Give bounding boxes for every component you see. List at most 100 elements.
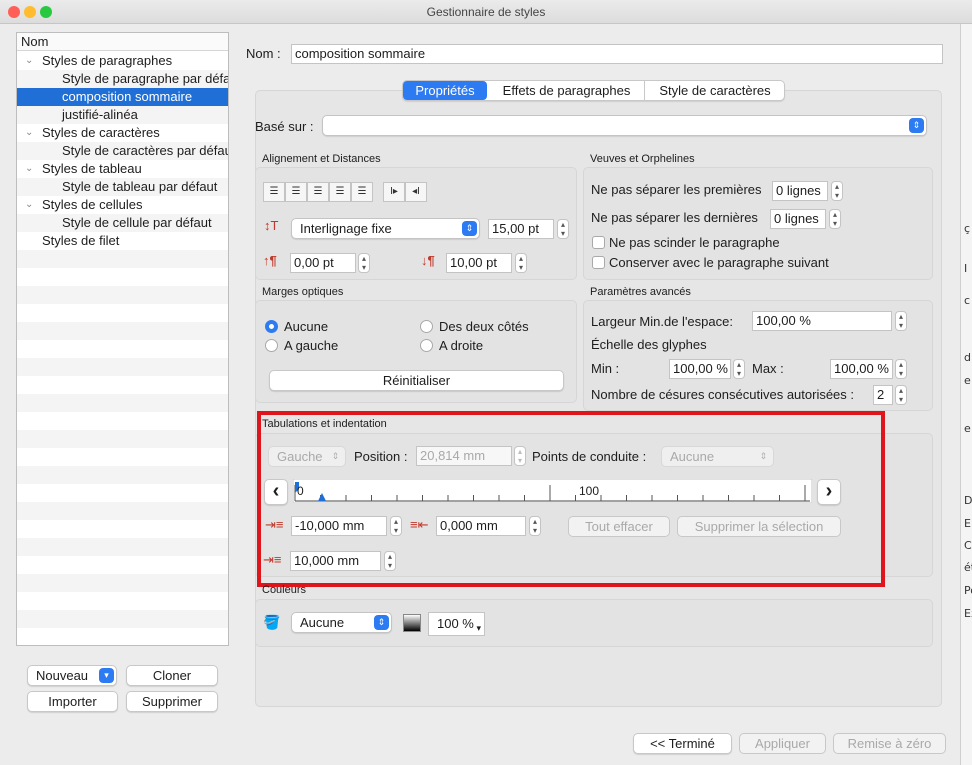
background-window-strip: ç I c d e e D E Ce ét Po Ex [960, 24, 972, 765]
tree-row-label: Styles de tableau [42, 161, 142, 176]
optical-reset-button[interactable]: Réinitialiser [269, 370, 564, 391]
space-after-field[interactable]: 10,00 pt [446, 253, 512, 273]
tree-empty-row [17, 340, 228, 358]
tab-paragraph-effects[interactable]: Effets de paragraphes [489, 81, 645, 100]
hyphen-field[interactable]: 2 [873, 385, 893, 405]
line-spacing-field[interactable]: 15,00 pt [488, 219, 554, 239]
tree-group-row[interactable]: Styles de filet [17, 232, 228, 250]
tree-style-row[interactable]: Style de cellule par défaut [17, 214, 228, 232]
space-after-icon: ↓¶ [421, 253, 435, 268]
import-button[interactable]: Importer [27, 691, 118, 712]
chevron-updown-icon: ⇕ [374, 615, 389, 630]
tab-character-style[interactable]: Style de caractères [646, 81, 784, 100]
tree-style-row[interactable]: Style de tableau par défaut [17, 178, 228, 196]
tree-group-row[interactable]: ⌄ Styles de tableau [17, 160, 228, 178]
disclosure-chevron-icon[interactable]: ⌄ [25, 124, 33, 142]
disclosure-chevron-icon[interactable]: ⌄ [25, 160, 33, 178]
keep-last-field[interactable]: 0 lignes [770, 209, 826, 229]
tree-empty-row [17, 556, 228, 574]
align-center-button[interactable]: ☰ [285, 182, 307, 202]
highlight-rectangle [257, 411, 885, 587]
tree-empty-row [17, 358, 228, 376]
tree-empty-row [17, 502, 228, 520]
behind-glyph: ét [964, 561, 972, 574]
glyph-scale-label: Échelle des glyphes [591, 337, 707, 352]
optical-left-radio[interactable] [265, 339, 278, 352]
behind-glyph: e [964, 422, 971, 435]
tree-empty-row [17, 394, 228, 412]
optical-right-button[interactable]: ◂I [405, 182, 427, 202]
name-field[interactable]: composition sommaire [291, 44, 943, 64]
tree-style-row[interactable]: composition sommaire [17, 88, 228, 106]
tree-empty-row [17, 304, 228, 322]
name-label: Nom : [246, 46, 281, 61]
behind-glyph: ç [964, 222, 971, 235]
glyph-min-field[interactable]: 100,00 % [669, 359, 731, 379]
reset-all-button[interactable]: Remise à zéro [833, 733, 946, 754]
keep-last-stepper[interactable]: ▴ ▾ [829, 209, 841, 229]
optical-none-radio[interactable] [265, 320, 278, 333]
align-force-justify-button[interactable]: ☰ [351, 182, 373, 202]
tree-empty-row [17, 448, 228, 466]
keep-first-label: Ne pas séparer les premières [591, 182, 762, 197]
optical-section-title: Marges optiques [262, 286, 344, 298]
tree-style-row[interactable]: Style de caractères par défaut [17, 142, 228, 160]
tree-style-row[interactable]: justifié-alinéa [17, 106, 228, 124]
chevron-updown-icon: ⇕ [909, 118, 924, 133]
disclosure-chevron-icon[interactable]: ⌄ [25, 52, 33, 70]
tree-row-label: Styles de caractères [42, 125, 160, 140]
behind-glyph: e [964, 374, 971, 387]
clone-button[interactable]: Cloner [126, 665, 218, 686]
window-title: Gestionnaire de styles [426, 5, 546, 19]
space-before-stepper[interactable]: ▴ ▾ [358, 253, 370, 273]
fill-color-select[interactable]: Aucune ⇕ [291, 612, 392, 633]
space-before-field[interactable]: 0,00 pt [290, 253, 356, 273]
space-after-stepper[interactable]: ▴ ▾ [515, 253, 527, 273]
based-on-select[interactable]: ⇕ [322, 115, 927, 136]
keep-first-stepper[interactable]: ▴ ▾ [831, 181, 843, 201]
glyph-min-stepper[interactable]: ▴ ▾ [733, 359, 745, 379]
optical-both-radio[interactable] [420, 320, 433, 333]
align-right-button[interactable]: ☰ [307, 182, 329, 202]
line-spacing-stepper[interactable]: ▴ ▾ [557, 219, 569, 239]
fill-color-value: Aucune [300, 615, 345, 630]
tree-row-label: Styles de cellules [42, 197, 143, 212]
optical-right-radio[interactable] [420, 339, 433, 352]
chevron-down-icon: ▾ [476, 623, 481, 633]
keep-first-field[interactable]: 0 lignes [772, 181, 828, 201]
optical-left-button[interactable]: I▸ [383, 182, 405, 202]
new-style-button[interactable]: Nouveau ▾ [27, 665, 117, 686]
chevron-down-icon[interactable]: ▾ [99, 668, 114, 683]
tab-properties[interactable]: Propriétés [403, 81, 487, 100]
done-button[interactable]: << Terminé [633, 733, 732, 754]
align-left-button[interactable]: ☰ [263, 182, 285, 202]
glyph-max-field[interactable]: 100,00 % [830, 359, 893, 379]
disclosure-chevron-icon[interactable]: ⌄ [25, 196, 33, 214]
keep-next-label: Conserver avec le paragraphe suivant [609, 255, 829, 270]
align-justify-button[interactable]: ☰ [329, 182, 351, 202]
tree-group-row[interactable]: ⌄ Styles de paragraphes [17, 52, 228, 70]
apply-button[interactable]: Appliquer [739, 733, 826, 754]
tree-column-header[interactable]: Nom [17, 33, 228, 51]
no-split-checkbox[interactable] [592, 236, 605, 249]
shade-field[interactable]: 100 % ▾ [428, 612, 485, 636]
behind-glyph: Ex [964, 607, 972, 620]
title-bar: Gestionnaire de styles [0, 0, 972, 24]
behind-glyph: D [964, 494, 972, 507]
tree-group-row[interactable]: ⌄ Styles de cellules [17, 196, 228, 214]
tree-group-row[interactable]: ⌄ Styles de caractères [17, 124, 228, 142]
style-tree[interactable]: Nom ⌄ Styles de paragraphes Style de parag… [16, 32, 229, 646]
min-space-stepper[interactable]: ▴ ▾ [895, 311, 907, 331]
hyphen-stepper[interactable]: ▴ ▾ [895, 385, 907, 405]
delete-button[interactable]: Supprimer [126, 691, 218, 712]
shade-gradient-icon [403, 614, 421, 632]
glyph-max-stepper[interactable]: ▴ ▾ [895, 359, 907, 379]
min-space-field[interactable]: 100,00 % [752, 311, 892, 331]
tree-style-row[interactable]: Style de paragraphe par défaut [17, 70, 228, 88]
line-spacing-select[interactable]: Interlignage fixe ⇕ [291, 218, 480, 239]
tree-empty-row [17, 484, 228, 502]
new-style-label: Nouveau [36, 668, 89, 683]
colors-section-title: Couleurs [262, 584, 307, 596]
keep-next-checkbox[interactable] [592, 256, 605, 269]
tree-empty-row [17, 520, 228, 538]
